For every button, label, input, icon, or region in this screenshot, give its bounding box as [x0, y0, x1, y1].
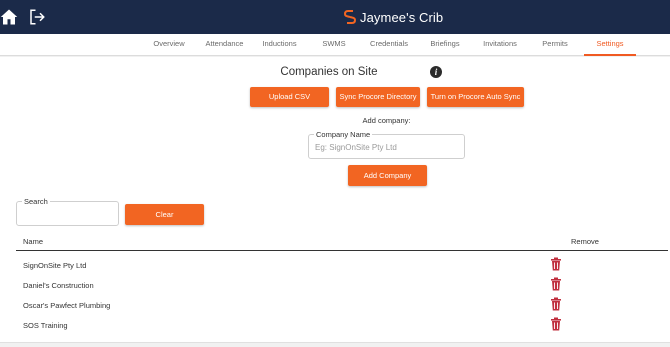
tab-credentials[interactable]: Credentials — [366, 34, 412, 56]
tab-overview[interactable]: Overview — [148, 34, 190, 56]
logout-icon[interactable] — [28, 7, 46, 27]
tab-swms[interactable]: SWMS — [318, 34, 350, 56]
column-remove: Remove — [571, 237, 599, 246]
top-bar: Jaymee's Crib — [0, 0, 670, 34]
company-name: Oscar's Pawfect Plumbing — [23, 301, 111, 310]
tab-permits[interactable]: Permits — [537, 34, 573, 56]
info-icon[interactable]: i — [430, 66, 442, 78]
table-row: Daniel's Construction — [16, 275, 668, 295]
home-icon[interactable] — [0, 8, 18, 26]
sync-procore-directory-button[interactable]: Sync Procore Directory — [336, 87, 420, 107]
company-name: SignOnSite Pty Ltd — [23, 261, 87, 270]
trash-icon[interactable] — [549, 297, 563, 311]
table-row: Oscar's Pawfect Plumbing — [16, 295, 668, 315]
column-name: Name — [23, 237, 44, 246]
tab-settings[interactable]: Settings — [584, 34, 636, 56]
signonsite-logo-icon — [344, 10, 356, 24]
site-title: Jaymee's Crib — [360, 9, 444, 25]
company-name-field: Company Name — [308, 130, 465, 159]
table-row: SignOnSite Pty Ltd — [16, 255, 668, 275]
section-title: Companies on Site — [0, 66, 670, 78]
table-header: Name Remove — [16, 233, 668, 251]
search-input[interactable] — [23, 210, 114, 219]
company-name: SOS Training — [23, 321, 68, 330]
brand: Jaymee's Crib — [344, 9, 443, 25]
upload-csv-button[interactable]: Upload CSV — [250, 87, 329, 107]
section-title-text: Companies on Site — [280, 66, 378, 78]
company-name-input[interactable] — [315, 143, 460, 152]
trash-icon[interactable] — [549, 277, 563, 291]
company-name: Daniel's Construction — [23, 281, 94, 290]
search-field: Search — [16, 197, 119, 226]
clear-button[interactable]: Clear — [125, 204, 204, 225]
search-label: Search — [22, 197, 50, 206]
procore-auto-sync-button[interactable]: Turn on Procore Auto Sync — [427, 87, 524, 107]
tab-inductions[interactable]: Inductions — [258, 34, 301, 56]
tab-briefings[interactable]: Briefings — [425, 34, 465, 56]
tab-bar: Overview Attendance Inductions SWMS Cred… — [0, 34, 670, 56]
tab-invitations[interactable]: Invitations — [478, 34, 522, 56]
table-row: SOS Training — [16, 315, 668, 335]
add-company-button[interactable]: Add Company — [348, 165, 427, 186]
trash-icon[interactable] — [549, 257, 563, 271]
add-company-label: Add company: — [362, 116, 411, 125]
company-name-label: Company Name — [314, 130, 373, 139]
trash-icon[interactable] — [549, 317, 563, 331]
tab-attendance[interactable]: Attendance — [201, 34, 248, 56]
